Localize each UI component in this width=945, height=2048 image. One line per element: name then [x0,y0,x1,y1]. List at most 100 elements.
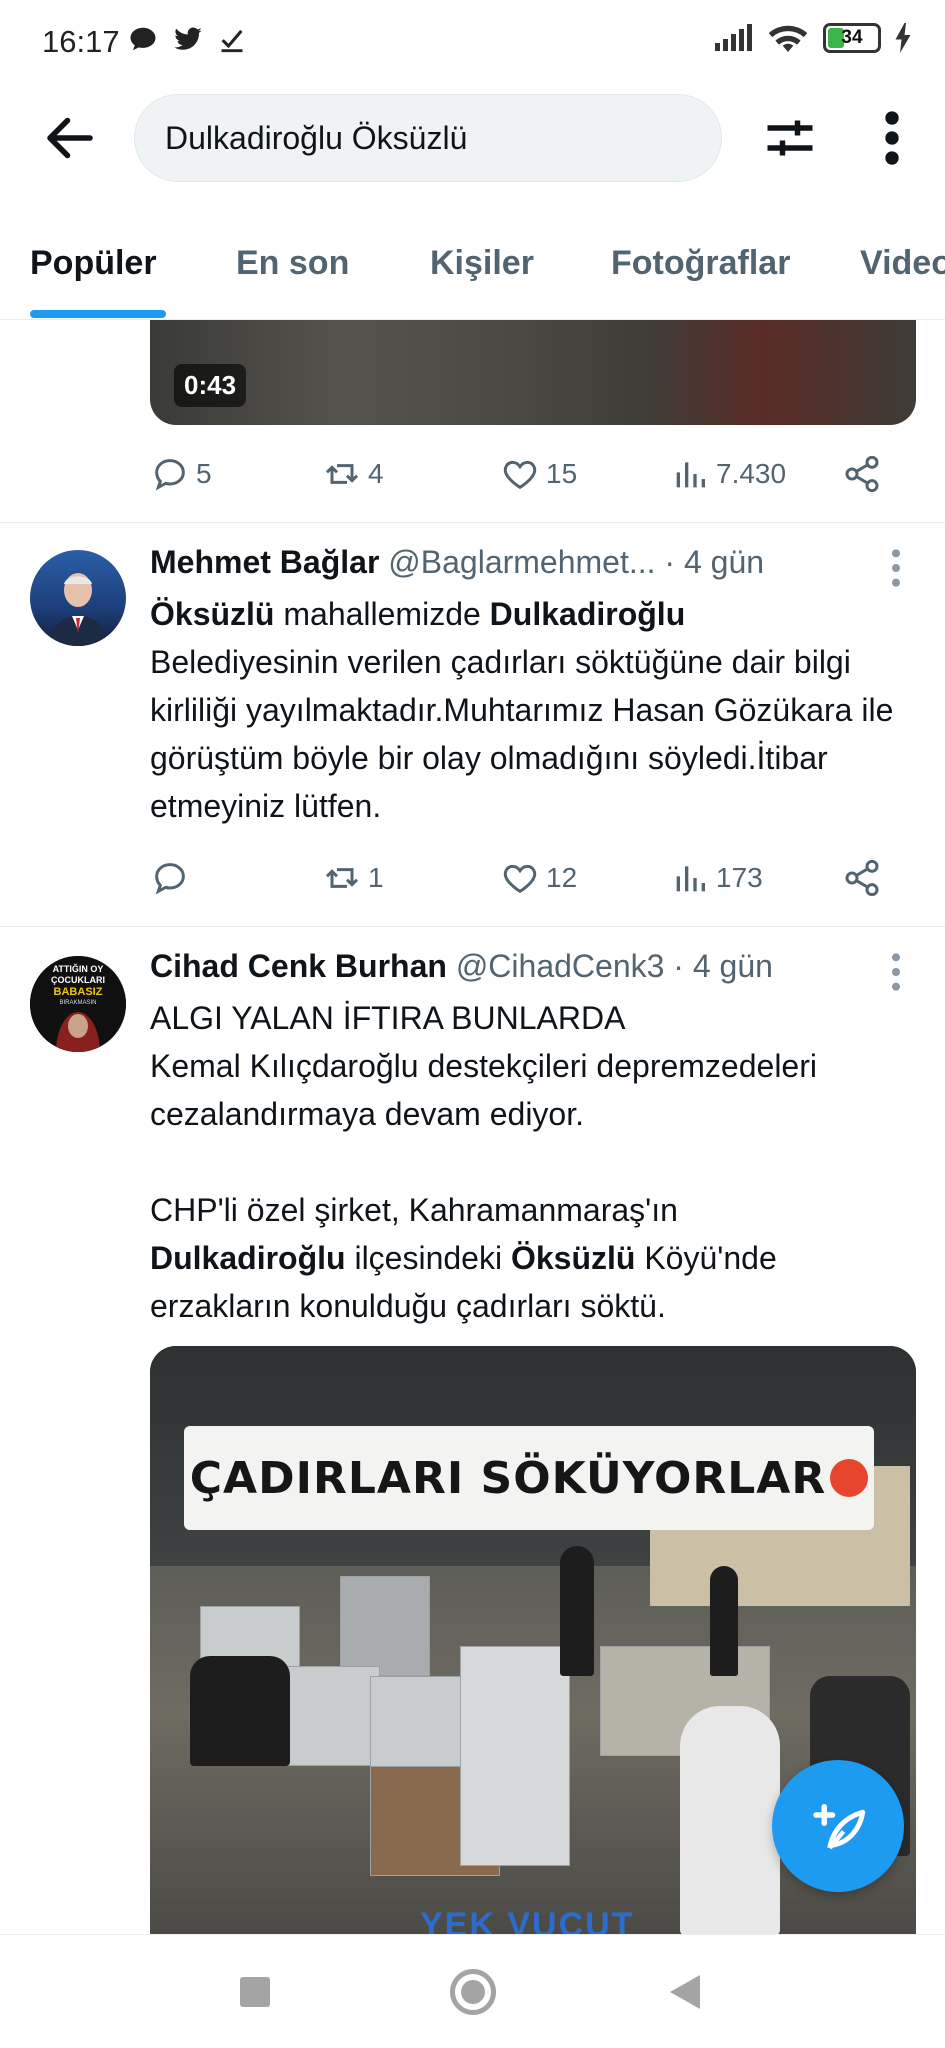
tweet-time: · 4 gün [664,544,765,580]
reply-icon [155,863,185,895]
video-thumbnail[interactable]: 0:43 [150,320,916,425]
person-figure [560,1546,594,1676]
video-duration: 0:43 [174,364,247,407]
tab-people[interactable]: Kişiler [430,244,534,283]
author-handle: @CihadCenk3 [455,948,665,984]
heart-icon [503,864,537,894]
person-figure [710,1566,738,1676]
tweet-text: Öksüzlü mahallemizde Dulkadiroğlu Beledi… [150,590,920,830]
compose-feather-icon [813,1804,866,1850]
home-icon[interactable] [450,1969,496,2015]
views-button[interactable]: 7.430 [670,454,786,494]
status-bar: 16:17 34 [0,0,945,86]
tweet-actions: 5 4 15 7.430 [150,450,890,498]
share-button[interactable] [842,858,882,898]
tweet-header: Mehmet Bağlar @Baglarmehmet... · 4 gün [150,544,870,581]
search-header: Dulkadiroğlu Öksüzlü [0,86,945,190]
tweet-text-segment: mahallemizde [274,596,490,632]
like-count: 15 [546,458,578,489]
reply-count: 5 [196,458,212,489]
heart-icon [503,460,537,490]
filter-sliders-icon[interactable] [760,108,820,168]
highlight-term: Dulkadiroğlu [150,1240,346,1276]
tweet-text-segment: ilçesindeki [345,1240,511,1276]
box-stack [460,1646,570,1866]
analytics-icon [676,462,705,488]
signal-icon [715,24,752,51]
tweet-text-line: CHP'li özel şirket, Kahramanmaraş'ın [150,1192,678,1228]
recent-apps-icon[interactable] [240,1977,270,2007]
highlight-term: Öksüzlü [150,596,275,632]
tweet-text-segment: Belediyesinin verilen çadırları söktüğün… [150,644,894,824]
system-navigation-bar [0,1934,945,2048]
charging-icon [895,23,911,53]
highlight-term: Dulkadiroğlu [489,596,686,632]
video-caption: ÇADIRLARI SÖKÜYORLAR [184,1426,874,1530]
twitter-bird-icon [174,27,202,50]
tab-latest[interactable]: En son [236,244,349,283]
share-button[interactable] [842,454,882,494]
tweet-text-line: Kemal Kılıçdaroğlu destekçileri depremze… [150,1048,817,1132]
retweet-button[interactable]: 4 [322,454,384,494]
battery-icon: 34 [823,23,881,53]
share-icon [845,859,879,897]
tweet-more-icon[interactable] [884,952,908,992]
active-tab-indicator [30,310,166,318]
battery-level: 34 [841,27,863,48]
search-tabs: Popüler En son Kişiler Fotoğraflar Video [0,230,945,320]
tab-videos[interactable]: Video [860,244,945,283]
box-stack [340,1576,430,1676]
author-name[interactable]: Cihad Cenk Burhan [150,948,447,984]
compose-tweet-button[interactable] [772,1760,904,1892]
search-input[interactable]: Dulkadiroğlu Öksüzlü [134,94,722,182]
tweet-more-icon[interactable] [884,548,908,588]
analytics-icon [676,866,705,892]
video-watermark: YEK VUCUT [420,1906,635,1934]
tab-popular[interactable]: Popüler [30,244,157,283]
reply-icon [155,459,185,491]
status-time: 16:17 [42,24,120,59]
tweet-text-line: ALGI YALAN İFTIRA BUNLARDA [150,1000,626,1036]
avatar[interactable]: ATTIĞIN OY ÇOCUKLARI BABASIZ BIRAKMASIN [30,956,126,1052]
notification-icons [128,24,246,54]
avatar-text: BABASIZ [54,986,103,998]
profile-photo-icon: ATTIĞIN OY ÇOCUKLARI BABASIZ BIRAKMASIN [30,956,126,1052]
avatar-text: ATTIĞIN OY [53,963,104,974]
avatar-text: BIRAKMASIN [59,1000,96,1006]
check-icon [221,29,243,53]
angry-face-icon [830,1459,869,1497]
more-options-icon[interactable] [872,108,912,168]
tweet-divider [0,926,945,927]
views-button[interactable]: 173 [670,858,763,898]
person-figure [190,1656,290,1766]
views-count: 7.430 [716,458,787,489]
retweet-count: 1 [368,862,384,893]
back-triangle-icon[interactable] [670,1975,700,2009]
chat-icon [130,27,156,51]
profile-photo-icon [48,573,108,646]
author-handle: @Baglarmehmet... [388,544,656,580]
reply-button[interactable]: 5 [150,454,212,494]
reply-button[interactable] [150,858,196,898]
avatar[interactable] [30,550,126,646]
avatar-text: ÇOCUKLARI [51,975,105,985]
tweet-time: · 4 gün [673,948,773,984]
retweet-icon [325,868,359,888]
share-icon [845,455,879,493]
tweet-header: Cihad Cenk Burhan @CihadCenk3 · 4 gün [150,948,870,985]
retweet-button[interactable]: 1 [322,858,384,898]
tab-photos[interactable]: Fotoğraflar [611,244,790,283]
back-arrow-icon[interactable] [40,108,100,168]
like-count: 12 [546,862,578,893]
video-caption-text: ÇADIRLARI SÖKÜYORLAR [189,1452,827,1504]
retweet-icon [325,464,359,484]
views-count: 173 [716,862,763,893]
author-name[interactable]: Mehmet Bağlar [150,544,379,580]
tweet-actions: 1 12 173 [150,854,890,902]
tweet-text-line: Dulkadiroğlu ilçesindeki Öksüzlü Köyü'nd… [150,1234,920,1330]
like-button[interactable]: 12 [500,858,577,898]
system-icons: 34 [713,22,911,54]
retweet-count: 4 [368,458,384,489]
like-button[interactable]: 15 [500,454,577,494]
person-figure [680,1706,780,1934]
